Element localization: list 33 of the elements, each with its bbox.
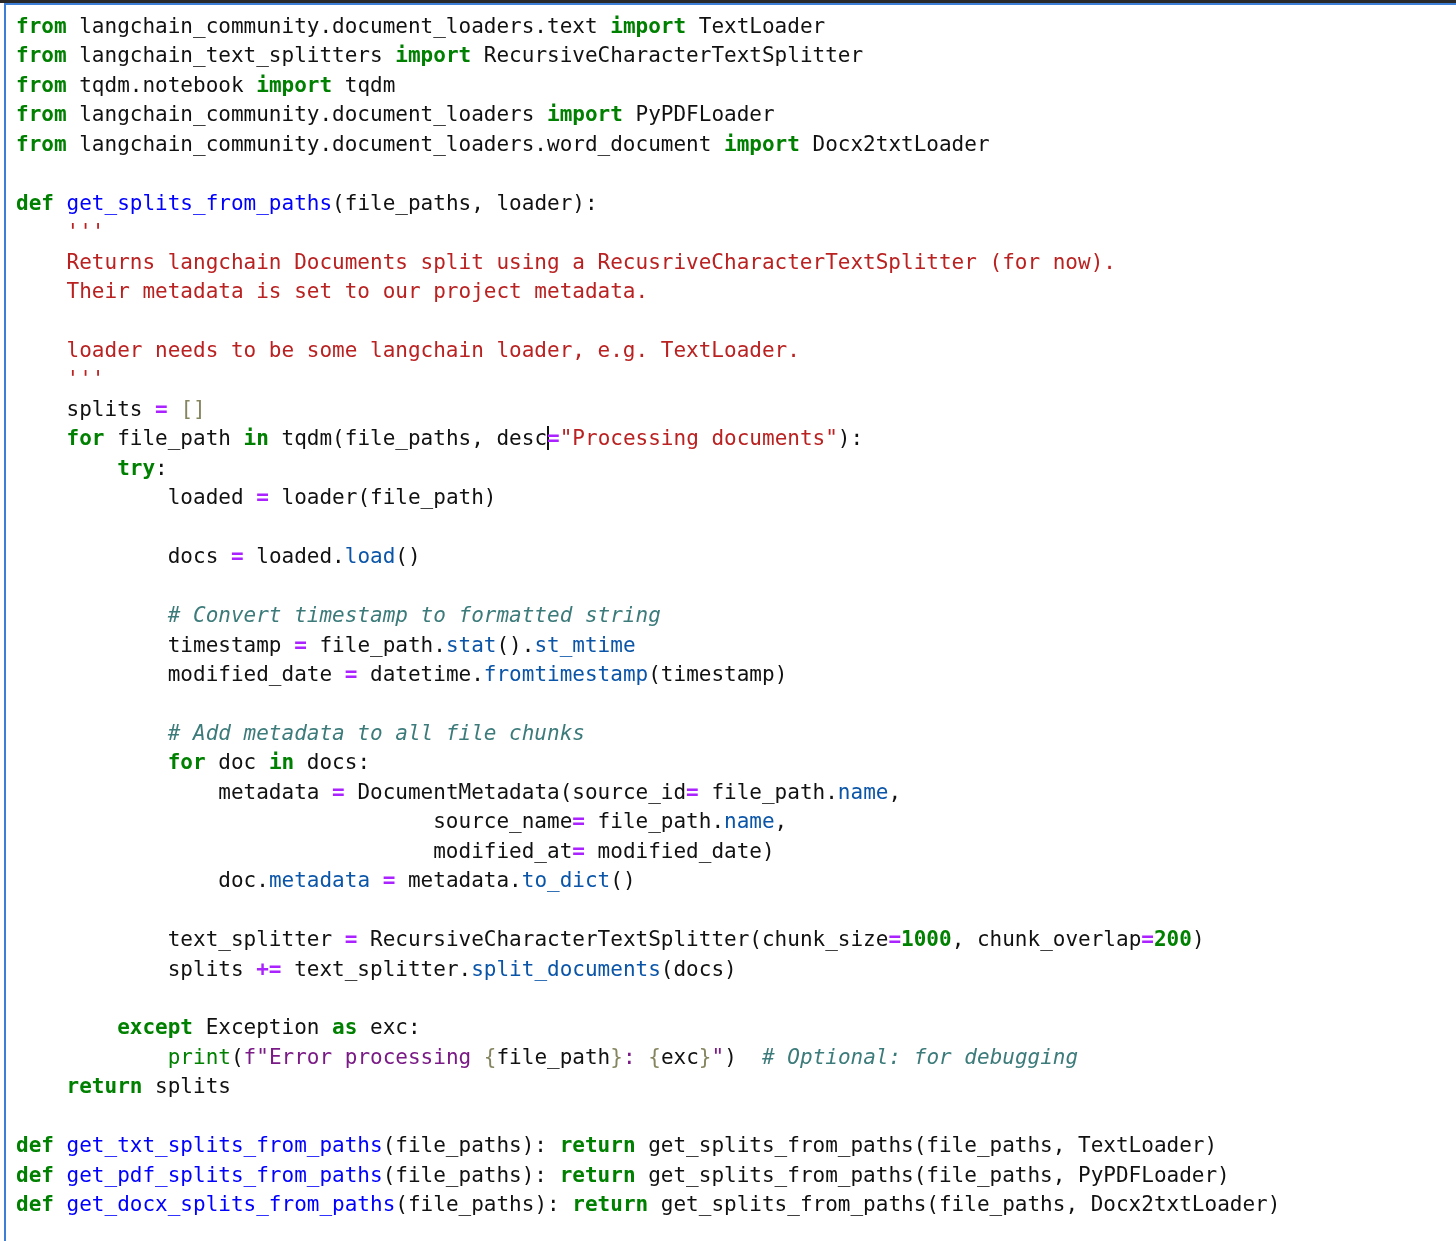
code-line: modified_date = datetime.fromtimestamp(timestamp) bbox=[166, 661, 788, 686]
code-line: metadata = DocumentMetadata(source_id= file_path.name, bbox=[217, 779, 902, 804]
code-line: from langchain_community.document_loaders import PyPDFLoader bbox=[16, 102, 775, 127]
code-line: loaded = loader(file_path) bbox=[166, 485, 497, 510]
code-line: splits += text_splitter.split_documents(docs) bbox=[166, 956, 737, 981]
code-line: from langchain_community.document_loaders.word_document import Docx2txtLoader bbox=[16, 131, 990, 156]
code-line: try: bbox=[116, 455, 168, 480]
code-line: text_splitter = RecursiveCharacterTextSplitter(chunk_size=1000, chunk_overlap=200) bbox=[166, 927, 1205, 952]
code-line: # Convert timestamp to formatted string bbox=[166, 603, 661, 628]
code-editor[interactable] bbox=[4, 3, 1456, 1241]
code-line: loader needs to be some langchain loader, e.g. TextLoader. bbox=[65, 338, 800, 362]
code-line: ''' bbox=[65, 367, 105, 392]
code-line: from tqdm.notebook import tqdm bbox=[16, 72, 396, 97]
code-line: from langchain_community.document_loaders.text import TextLoader bbox=[16, 14, 826, 38]
code-line: def get_docx_splits_from_paths(file_paths): return get_splits_from_paths(file_paths, Docx2txtLoader) bbox=[16, 1192, 1281, 1217]
code-line: from langchain_text_splitters import RecursiveCharacterTextSplitter bbox=[16, 43, 864, 68]
code-line: # Add metadata to all file chunks bbox=[166, 720, 585, 745]
code-line: ''' bbox=[65, 220, 105, 245]
code-line: print(f"Error processing {file_path}: {exc}") # Optional: for debugging bbox=[166, 1044, 1079, 1069]
code-line: def get_txt_splits_from_paths(file_paths): return get_splits_from_paths(file_paths, TextLoader) bbox=[16, 1133, 1218, 1158]
code-line: def get_splits_from_paths(file_paths, loader): bbox=[16, 190, 598, 215]
code-line: Returns langchain Documents split using a RecusriveCharacterTextSplitter (for now). bbox=[65, 249, 1116, 274]
code-line: except Exception as exc: bbox=[116, 1015, 421, 1040]
code-line: for doc in docs: bbox=[166, 750, 371, 775]
code-line: timestamp = file_path.stat().st_mtime bbox=[166, 632, 636, 657]
code-line: modified_at= modified_date) bbox=[432, 838, 775, 863]
code-line: def get_pdf_splits_from_paths(file_paths): return get_splits_from_paths(file_paths, PyPDFLoader) bbox=[16, 1162, 1230, 1187]
code-line: docs = loaded.load() bbox=[166, 544, 421, 569]
code-line: source_name= file_path.name, bbox=[432, 809, 788, 834]
code-line: Their metadata is set to our project metadata. bbox=[65, 279, 649, 304]
code-line: doc.metadata = metadata.to_dict() bbox=[217, 868, 636, 893]
code-line: splits = [] bbox=[65, 396, 206, 421]
code-line: return splits bbox=[65, 1074, 231, 1099]
